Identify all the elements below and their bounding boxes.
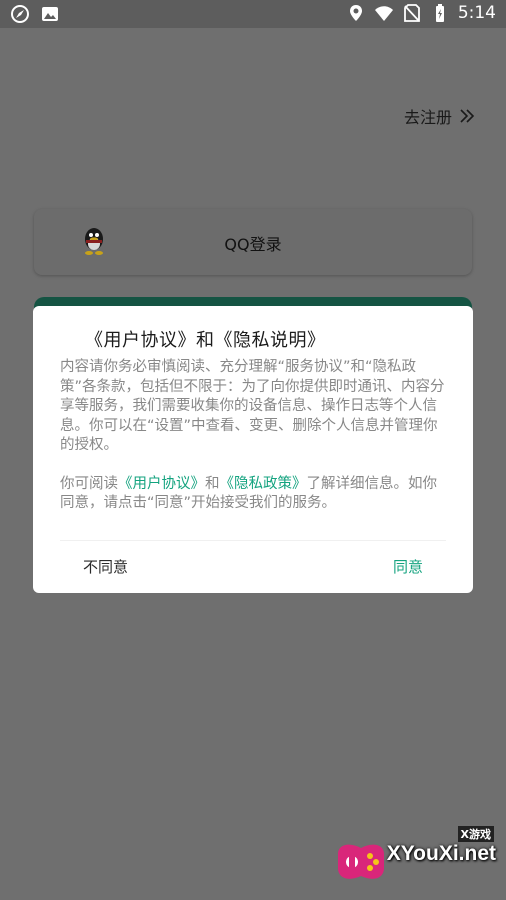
double-chevron-right-icon xyxy=(460,109,475,123)
qq-login-button[interactable]: QQ登录 xyxy=(34,209,472,275)
status-bar: 5:14 xyxy=(0,0,506,28)
register-label: 去注册 xyxy=(403,108,452,127)
p2-and: 和 xyxy=(205,475,220,492)
no-sim-icon xyxy=(403,4,420,22)
image-icon xyxy=(42,7,58,21)
privacy-policy-link[interactable]: 《隐私政策》 xyxy=(220,476,307,492)
watermark-main-text: XYouXi.net xyxy=(386,842,496,865)
watermark: X游戏 XYouXi.net xyxy=(330,826,500,894)
gamepad-logo-icon xyxy=(338,844,384,879)
location-icon xyxy=(349,5,362,21)
compass-icon xyxy=(11,5,29,23)
dialog-title: 《用户协议》和《隐私说明》 xyxy=(85,330,326,351)
wifi-icon xyxy=(374,6,393,21)
dialog-body: 内容请你务必审慎阅读、充分理解“服务协议”和“隐私政策”各条款，包括但不限于：为… xyxy=(60,358,448,533)
register-link[interactable]: 去注册 xyxy=(404,104,476,128)
user-agreement-link[interactable]: 《用户协议》 xyxy=(118,476,205,492)
clock: 5:14 xyxy=(457,3,496,23)
dialog-paragraph-2: 你可阅读《用户协议》和《隐私政策》了解详细信息。如你同意，请点击“同意”开始接受… xyxy=(60,475,448,514)
agree-button[interactable]: 同意 xyxy=(393,556,423,577)
battery-charging-icon xyxy=(435,4,444,22)
privacy-dialog: 《用户协议》和《隐私说明》 内容请你务必审慎阅读、充分理解“服务协议”和“隐私政… xyxy=(33,306,473,593)
disagree-button[interactable]: 不同意 xyxy=(83,556,128,577)
p2-prefix: 你可阅读 xyxy=(60,475,118,492)
dialog-divider xyxy=(60,540,446,541)
watermark-top-text: X游戏 xyxy=(457,826,494,842)
dialog-paragraph-1: 内容请你务必审慎阅读、充分理解“服务协议”和“隐私政策”各条款，包括但不限于：为… xyxy=(60,359,445,453)
qq-login-label: QQ登录 xyxy=(224,235,282,254)
